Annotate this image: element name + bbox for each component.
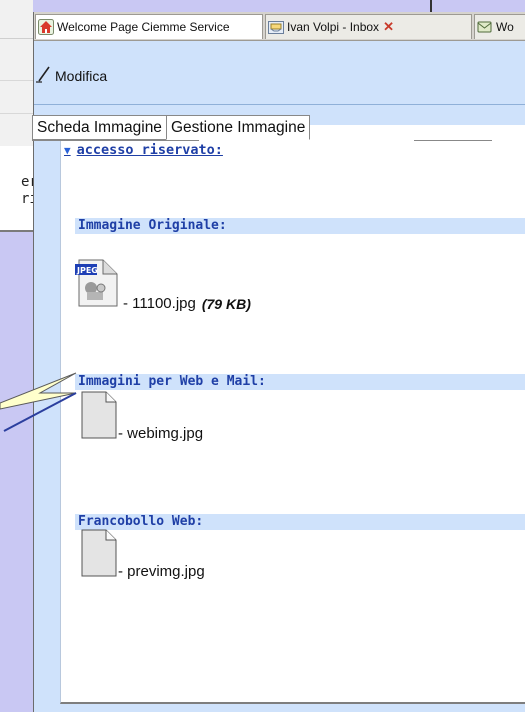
- jpeg-badge: JPEG: [76, 266, 98, 275]
- jpeg-file-icon: JPEG: [75, 258, 123, 314]
- file-name: - webimg.jpg: [118, 425, 204, 442]
- browser-tab-inbox[interactable]: Ivan Volpi - Inbox ✕: [265, 14, 472, 39]
- tab-label: Ivan Volpi - Inbox: [287, 20, 380, 34]
- blank-file-icon: [80, 390, 118, 444]
- triangle-down-icon: ▼: [64, 143, 71, 157]
- tab-scheda-immagine[interactable]: Scheda Immagine: [32, 115, 166, 140]
- tab-label: Welcome Page Ciemme Service: [57, 20, 230, 34]
- panel-tabs: Scheda Immagine Gestione Immagine: [32, 115, 311, 141]
- file-size: (79 KB): [201, 296, 251, 312]
- pencil-icon: [36, 65, 52, 86]
- callout-pointer: [0, 372, 77, 432]
- section-header-web-mail: Immagini per Web e Mail:: [75, 374, 525, 390]
- edit-button[interactable]: Modifica: [36, 65, 107, 86]
- background-code-pane: er ri: [0, 146, 33, 232]
- browser-tab-third[interactable]: Wo: [474, 14, 525, 39]
- blank-file-icon: [80, 528, 118, 582]
- access-toggle-label: accesso riservato:: [76, 142, 223, 158]
- file-name: - previmg.jpg: [118, 563, 205, 580]
- toolbar: Modifica: [34, 41, 525, 105]
- section-header-original: Immagine Originale:: [75, 218, 525, 234]
- home-icon: [38, 19, 54, 35]
- tabs-baseline: [32, 140, 492, 141]
- background-code-line: ri: [21, 191, 33, 207]
- background-window-header: [0, 0, 33, 147]
- file-webimg[interactable]: - webimg.jpg: [80, 390, 203, 444]
- edit-label: Modifica: [55, 67, 108, 84]
- file-name: - 11100.jpg: [123, 295, 196, 312]
- file-original[interactable]: JPEG - 11100.jpg (79 KB): [75, 258, 251, 314]
- inbox-icon: [268, 19, 284, 35]
- tab-gestione-immagine[interactable]: Gestione Immagine: [165, 115, 311, 140]
- tab-label: Wo: [496, 20, 514, 34]
- browser-tab-bar: Welcome Page Ciemme Service Ivan Volpi -…: [34, 12, 525, 41]
- mail-icon: [477, 19, 493, 35]
- background-window-edge: [430, 0, 525, 12]
- background-code-line: er: [21, 174, 33, 190]
- close-icon[interactable]: ✕: [383, 19, 394, 35]
- access-toggle[interactable]: ▼ accesso riservato:: [64, 142, 223, 158]
- browser-tab-welcome[interactable]: Welcome Page Ciemme Service: [35, 14, 263, 39]
- file-previmg[interactable]: - previmg.jpg: [80, 528, 205, 582]
